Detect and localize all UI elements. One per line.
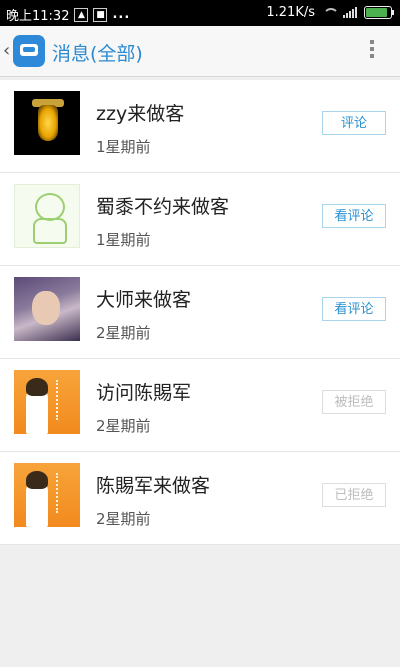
list-item[interactable]: 大师来做客 2星期前 看评论 bbox=[0, 266, 400, 359]
back-chevron-icon[interactable]: ‹ bbox=[3, 40, 10, 61]
visit-time: 2星期前 bbox=[96, 324, 151, 342]
visit-time: 1星期前 bbox=[96, 231, 151, 249]
more-notifications-indicator: ... bbox=[112, 7, 131, 22]
rejected-status-button: 被拒绝 bbox=[322, 390, 386, 414]
status-bar: 晚上11:32 ▲ ■ ... 1.21K/s bbox=[0, 0, 400, 26]
photo-avatar[interactable] bbox=[14, 277, 80, 341]
list-item[interactable]: 陈賜军来做客 2星期前 已拒绝 bbox=[0, 452, 400, 545]
cartoon-avatar[interactable] bbox=[14, 184, 80, 248]
message-list: zzy来做客 1星期前 评论 蜀黍不约来做客 1星期前 看评论 大师来做客 2星… bbox=[0, 80, 400, 545]
header-bar: ‹ 消息(全部) bbox=[0, 26, 400, 77]
list-item[interactable]: zzy来做客 1星期前 评论 bbox=[0, 80, 400, 173]
visitor-name: 访问陈賜军 bbox=[96, 382, 192, 404]
visitor-name: 蜀黍不约来做客 bbox=[96, 196, 230, 218]
visit-time: 2星期前 bbox=[96, 510, 151, 528]
status-time: 晚上11:32 bbox=[6, 9, 70, 24]
comment-button[interactable]: 评论 bbox=[322, 111, 386, 135]
lamp-avatar[interactable] bbox=[14, 91, 80, 155]
visitor-name: 陈賜军来做客 bbox=[96, 475, 211, 497]
declined-status-button: 已拒绝 bbox=[322, 483, 386, 507]
orange-portrait-avatar[interactable] bbox=[14, 463, 80, 527]
visit-time: 1星期前 bbox=[96, 138, 151, 156]
network-speed: 1.21K/s bbox=[266, 5, 315, 20]
signal-icon bbox=[343, 7, 357, 18]
visitor-name: 大师来做客 bbox=[96, 289, 192, 311]
page-title: 消息(全部) bbox=[52, 43, 143, 65]
battery-icon bbox=[364, 6, 394, 19]
alarm-icon: ▲ bbox=[74, 7, 89, 22]
list-item[interactable]: 蜀黍不约来做客 1星期前 看评论 bbox=[0, 173, 400, 266]
visitor-name: zzy来做客 bbox=[96, 103, 185, 125]
view-comments-button[interactable]: 看评论 bbox=[322, 297, 386, 321]
orange-portrait-avatar[interactable] bbox=[14, 370, 80, 434]
visit-time: 2星期前 bbox=[96, 417, 151, 435]
view-comments-button[interactable]: 看评论 bbox=[322, 204, 386, 228]
wifi-icon bbox=[322, 7, 339, 18]
more-menu-icon[interactable] bbox=[370, 40, 374, 61]
battery-level bbox=[366, 8, 387, 17]
list-item[interactable]: 访问陈賜军 2星期前 被拒绝 bbox=[0, 359, 400, 452]
image-icon: ■ bbox=[93, 7, 108, 22]
app-sofa-icon[interactable] bbox=[13, 35, 45, 67]
